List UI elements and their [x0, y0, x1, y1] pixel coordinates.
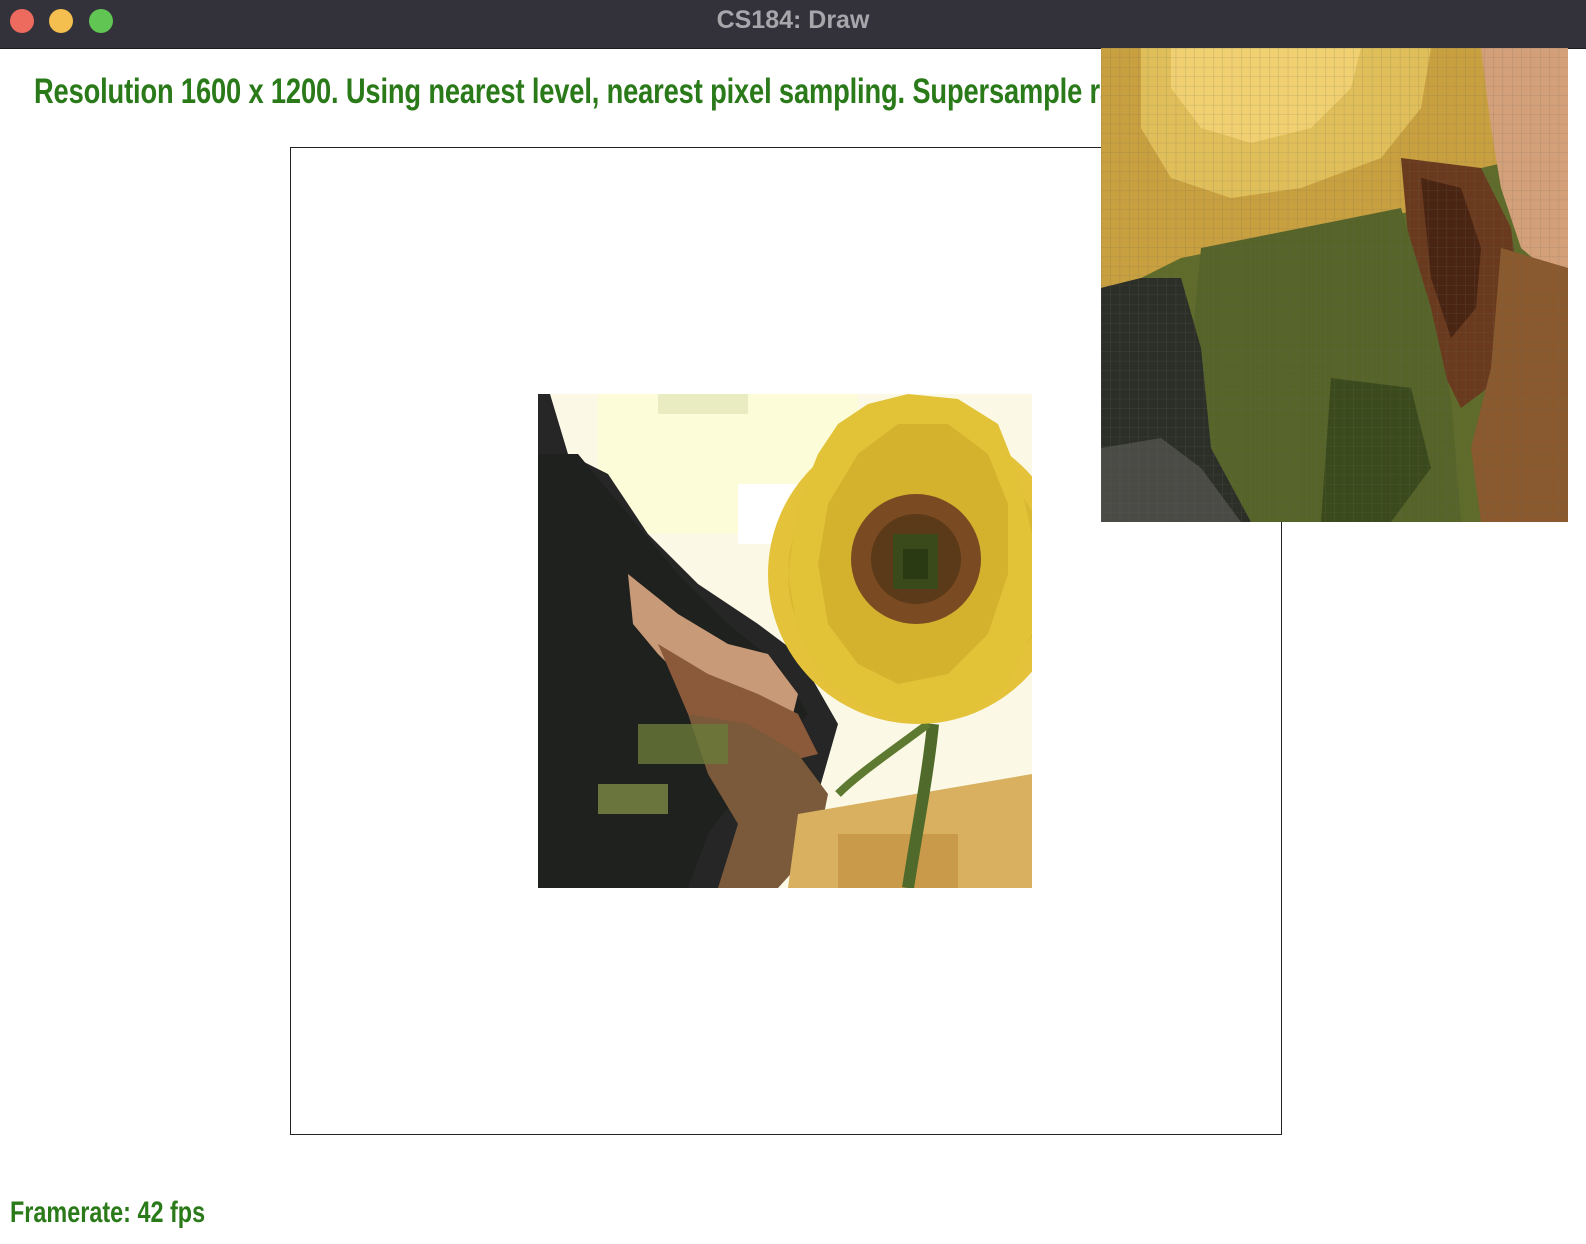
window-titlebar: CS184: Draw [0, 0, 1586, 49]
render-status-text: Resolution 1600 x 1200. Using nearest le… [34, 72, 1288, 111]
window-title: CS184: Draw [716, 6, 870, 34]
sunflower-texture[interactable] [538, 394, 1032, 888]
zoom-magnifier-view [1101, 48, 1568, 522]
framerate-readout: Framerate: 42 fps [10, 1196, 206, 1229]
